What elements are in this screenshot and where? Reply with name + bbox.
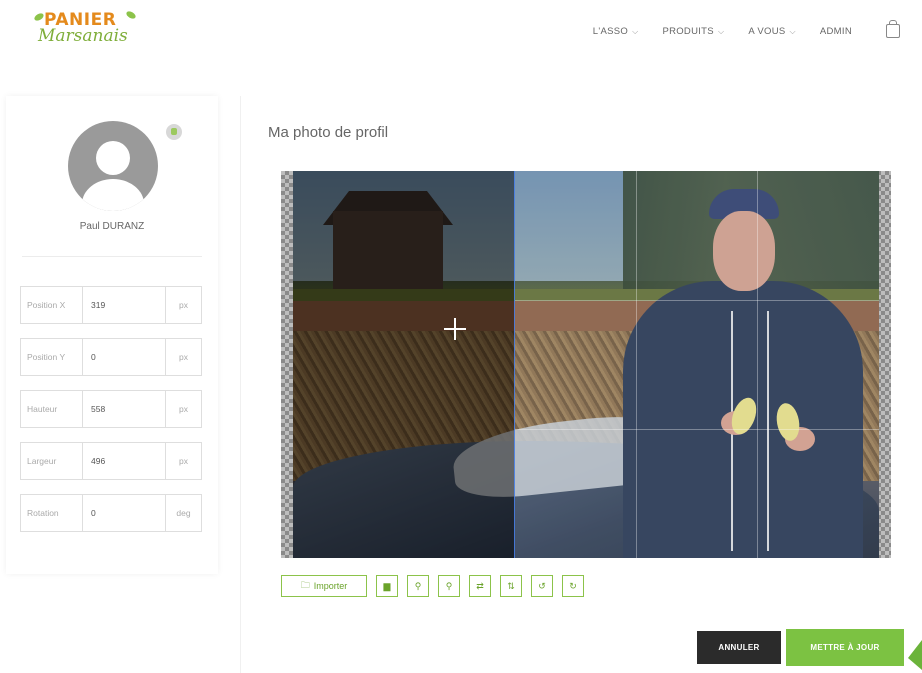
user-badge-icon[interactable]	[166, 124, 182, 140]
rotate-left-icon: ↺	[538, 580, 546, 591]
rotate-left-button[interactable]: ↺	[531, 575, 553, 597]
folder-icon: 🗀	[300, 580, 310, 590]
avatar	[68, 121, 158, 211]
field-unit: px	[165, 391, 201, 427]
field-unit: deg	[165, 495, 201, 531]
site-header: PANIER Marsanais L'ASSO ⌵ PRODUITS ⌵ A V…	[0, 0, 922, 82]
profile-card: Paul DURANZ Position X 319 px Position Y…	[6, 96, 218, 574]
zoom-out-button[interactable]: ⚲	[438, 575, 460, 597]
height-field[interactable]: Hauteur 558 px	[20, 390, 202, 428]
chevron-down-icon: ⌵	[632, 26, 639, 36]
zoom-out-icon: ⚲	[445, 580, 453, 591]
image-button[interactable]: ▆	[376, 575, 398, 597]
divider	[22, 256, 202, 257]
chevron-down-icon: ⌵	[717, 26, 725, 36]
crop-selection[interactable]	[514, 171, 879, 558]
crop-mask	[293, 171, 515, 558]
flip-horizontal-button[interactable]: ⇄	[469, 575, 491, 597]
leaf-icon	[125, 9, 137, 21]
flip-horizontal-icon: ⇄	[476, 580, 484, 591]
position-y-field[interactable]: Position Y 0 px	[20, 338, 202, 376]
user-name: Paul DURANZ	[79, 221, 145, 232]
page-title: Ma photo de profil	[268, 124, 389, 141]
field-value[interactable]: 558	[83, 391, 165, 427]
image-cropper[interactable]	[281, 171, 891, 558]
nav-item-admin[interactable]: ADMIN	[820, 26, 852, 37]
field-label: Position X	[21, 287, 83, 323]
rotation-field[interactable]: Rotation 0 deg	[20, 494, 202, 532]
chevron-down-icon: ⌵	[789, 26, 796, 36]
nav-label: A VOUS	[748, 26, 786, 37]
field-unit: px	[165, 443, 201, 479]
site-logo[interactable]: PANIER Marsanais	[30, 6, 142, 56]
cancel-button[interactable]: ANNULER	[697, 631, 781, 664]
field-label: Largeur	[21, 443, 83, 479]
nav-item-asso[interactable]: L'ASSO ⌵	[593, 26, 639, 37]
width-field[interactable]: Largeur 496 px	[20, 442, 202, 480]
profile-photo	[293, 171, 879, 558]
field-value[interactable]: 319	[83, 287, 165, 323]
cropper-toolbar: 🗀 Importer ▆ ⚲ ⚲ ⇄ ⇅ ↺ ↻	[281, 575, 584, 597]
zoom-in-button[interactable]: ⚲	[407, 575, 429, 597]
crosshair-icon	[444, 318, 466, 340]
import-button[interactable]: 🗀 Importer	[281, 575, 367, 597]
zoom-in-icon: ⚲	[414, 580, 422, 591]
logo-text-bottom: Marsanais	[38, 26, 128, 46]
shopping-bag-icon[interactable]	[886, 20, 900, 38]
rotate-right-button[interactable]: ↻	[562, 575, 584, 597]
flip-vertical-button[interactable]: ⇅	[500, 575, 522, 597]
rotate-right-icon: ↻	[569, 580, 577, 591]
field-unit: px	[165, 339, 201, 375]
field-value[interactable]: 0	[83, 495, 165, 531]
nav-item-produits[interactable]: PRODUITS ⌵	[662, 26, 724, 37]
import-label: Importer	[313, 581, 348, 591]
image-icon: ▆	[383, 580, 391, 591]
field-value[interactable]: 0	[83, 339, 165, 375]
field-label: Hauteur	[21, 391, 83, 427]
update-button[interactable]: METTRE À JOUR	[786, 629, 904, 666]
field-label: Rotation	[21, 495, 83, 531]
field-value[interactable]: 496	[83, 443, 165, 479]
field-label: Position Y	[21, 339, 83, 375]
main-nav: L'ASSO ⌵ PRODUITS ⌵ A VOUS ⌵ ADMIN	[593, 26, 852, 37]
position-x-field[interactable]: Position X 319 px	[20, 286, 202, 324]
nav-item-a-vous[interactable]: A VOUS ⌵	[748, 26, 796, 37]
divider	[240, 96, 241, 673]
nav-label: L'ASSO	[592, 26, 629, 37]
nav-label: ADMIN	[819, 26, 852, 37]
flip-vertical-icon: ⇅	[507, 580, 515, 591]
field-unit: px	[165, 287, 201, 323]
nav-label: PRODUITS	[662, 26, 714, 37]
arrow-icon	[908, 640, 922, 670]
